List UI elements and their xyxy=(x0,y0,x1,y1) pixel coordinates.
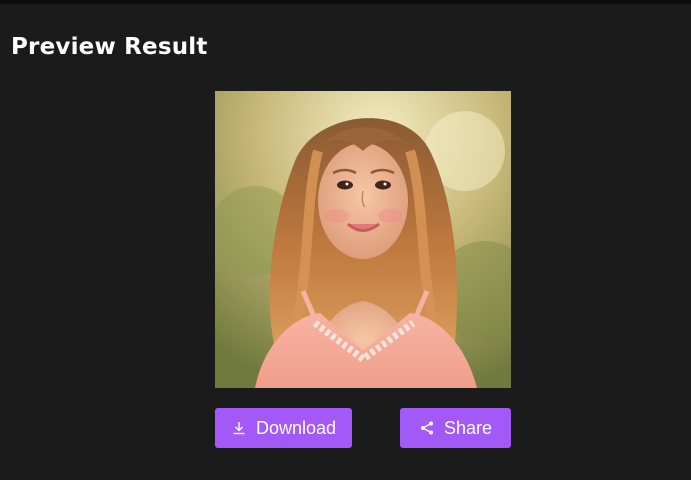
download-label: Download xyxy=(255,417,337,438)
share-button[interactable]: Share xyxy=(400,408,511,448)
top-bar xyxy=(0,0,691,4)
share-icon xyxy=(419,420,435,436)
preview-image xyxy=(215,91,511,388)
download-button[interactable]: Download xyxy=(215,408,352,448)
download-icon xyxy=(231,420,247,436)
page-title: Preview Result xyxy=(11,34,208,60)
share-label: Share xyxy=(443,417,493,438)
